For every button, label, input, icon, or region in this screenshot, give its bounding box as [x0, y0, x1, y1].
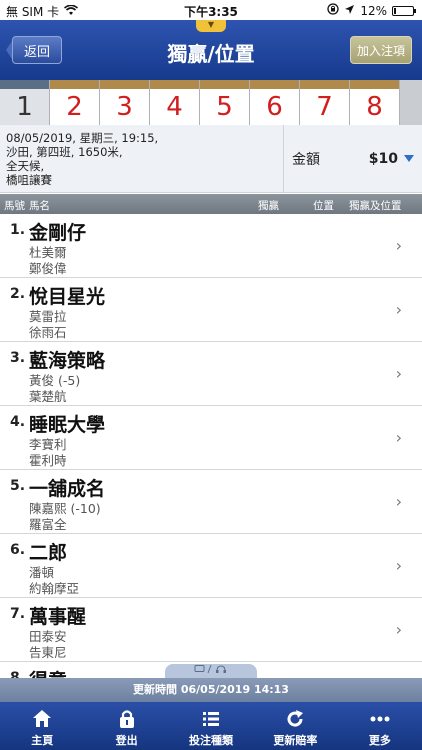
race-details-line: 全天候, [6, 159, 45, 173]
race-tab-7[interactable]: 7 [300, 80, 350, 125]
horse-name: 睡眠大學 [29, 414, 106, 436]
race-tab-label: 6 [266, 91, 283, 122]
horse-number: 6. [10, 542, 26, 558]
nav-label: 更多 [368, 734, 391, 747]
race-tabs: 1 2 3 4 5 6 7 8 [0, 80, 422, 125]
home-icon [33, 710, 52, 727]
race-tab-label: 7 [316, 91, 333, 122]
race-tab-1[interactable]: 1 [0, 80, 50, 125]
nav-more[interactable]: 更多 [338, 702, 422, 750]
nav-logout[interactable]: 登出 [84, 702, 168, 750]
horse-row[interactable]: 6. 二郎 潘頓 約翰摩亞 › [0, 534, 422, 598]
trainer-name: 鄭俊偉 [29, 261, 67, 276]
battery-icon [392, 5, 416, 16]
battery-percent: 12% [360, 3, 387, 18]
drawer-handle-icon [194, 664, 226, 674]
chevron-right-icon: › [395, 620, 402, 639]
col-win: 獨贏 [258, 200, 279, 212]
race-tab-5[interactable]: 5 [200, 80, 250, 125]
pull-down-tab[interactable]: ▼ [196, 20, 226, 32]
caret-down-icon [404, 155, 414, 162]
drawer-handle[interactable] [165, 664, 257, 678]
trainer-name: 徐雨石 [29, 325, 67, 340]
horse-number: 3. [10, 350, 26, 366]
col-win-place: 獨贏及位置 [349, 200, 402, 212]
race-tab-label: 3 [116, 91, 133, 122]
amount-value: $10 [368, 151, 398, 167]
col-place: 位置 [313, 200, 334, 212]
trainer-name: 羅富全 [29, 517, 67, 532]
column-header: 馬號 馬名 獨贏 位置 獨贏及位置 [0, 194, 422, 214]
chevron-right-icon: › [395, 492, 402, 511]
race-details: 08/05/2019, 星期三, 19:15, 沙田, 第四班, 1650米, … [6, 131, 276, 187]
horse-number: 7. [10, 606, 26, 622]
chevron-right-icon: › [395, 428, 402, 447]
chevron-right-icon: › [395, 556, 402, 575]
horse-name: 悅目星光 [29, 286, 106, 308]
race-tab-label: 4 [166, 91, 183, 122]
location-icon [344, 4, 355, 18]
race-tab-8[interactable]: 8 [350, 80, 400, 125]
horse-name: 藍海策略 [29, 350, 106, 372]
chevron-right-icon: › [395, 236, 402, 255]
nav-label: 登出 [115, 734, 138, 747]
orientation-lock-icon [327, 3, 339, 18]
more-icon [370, 716, 390, 722]
horse-row[interactable]: 2. 悅目星光 莫雷拉 徐雨石 › [0, 278, 422, 342]
race-tab-2[interactable]: 2 [50, 80, 100, 125]
col-horse-name: 馬名 [29, 200, 50, 212]
lock-icon [119, 710, 134, 728]
race-tab-label: 5 [216, 91, 233, 122]
race-info-panel: 08/05/2019, 星期三, 19:15, 沙田, 第四班, 1650米, … [0, 125, 422, 193]
amount-label: 金額 [292, 152, 320, 168]
horse-name: 二郎 [29, 542, 68, 564]
race-tab-label: 2 [66, 91, 83, 122]
horse-row[interactable]: 4. 睡眠大學 李寶利 霍利時 › [0, 406, 422, 470]
horse-number: 5. [10, 478, 26, 494]
race-details-line: 橋咀讓賽 [6, 173, 52, 187]
trainer-name: 葉楚航 [29, 389, 67, 404]
amount-selector[interactable]: 金額 $10 [283, 125, 422, 193]
horse-number: 1. [10, 222, 26, 238]
nav-label: 投注種類 [189, 734, 234, 747]
horse-row[interactable]: 1. 金剛仔 杜美爾 鄭俊偉 › [0, 214, 422, 278]
trainer-name: 約翰摩亞 [29, 581, 80, 596]
horse-name: 一舖成名 [29, 478, 106, 500]
horse-row[interactable]: 7. 萬事醒 田泰安 告東尼 › [0, 598, 422, 662]
status-right: 12% [327, 3, 416, 18]
horse-number: 4. [10, 414, 26, 430]
horse-number: 2. [10, 286, 26, 302]
race-tab-3[interactable]: 3 [100, 80, 150, 125]
nav-refresh-odds[interactable]: 更新賠率 [253, 702, 337, 750]
add-bet-button[interactable]: 加入注項 [350, 36, 412, 64]
chevron-right-icon: › [395, 300, 402, 319]
race-tab-6[interactable]: 6 [250, 80, 300, 125]
chevron-right-icon: › [395, 364, 402, 383]
col-horse-no: 馬號 [4, 200, 25, 212]
horse-list[interactable]: 1. 金剛仔 杜美爾 鄭俊偉 › 2. 悅目星光 莫雷拉 徐雨石 › 3. 藍海… [0, 214, 422, 684]
battery-fill [394, 7, 396, 14]
race-tab-label: 8 [366, 91, 383, 122]
race-tab-4[interactable]: 4 [150, 80, 200, 125]
nav-label: 主頁 [31, 734, 54, 747]
nav-home[interactable]: 主頁 [0, 702, 84, 750]
nav-label: 更新賠率 [273, 734, 318, 747]
trainer-name: 告東尼 [29, 645, 67, 660]
horse-name: 萬事醒 [29, 606, 87, 628]
race-details-line: 沙田, 第四班, 1650米, [6, 145, 123, 159]
list-icon [203, 712, 220, 726]
nav-bet-types[interactable]: 投注種類 [169, 702, 253, 750]
horse-name: 金剛仔 [29, 222, 87, 244]
race-details-line: 08/05/2019, 星期三, 19:15, [6, 131, 159, 145]
horse-row[interactable]: 5. 一舖成名 陳嘉熙 (-10) 羅富全 › [0, 470, 422, 534]
update-time-bar: 更新時間 06/05/2019 14:13 [0, 678, 422, 702]
app-header: ▼ 返回 獨贏/位置 加入注項 [0, 20, 422, 80]
trainer-name: 霍利時 [29, 453, 67, 468]
horse-row[interactable]: 3. 藍海策略 黃俊 (-5) 葉楚航 › [0, 342, 422, 406]
refresh-icon [287, 710, 304, 727]
race-tab-label: 1 [16, 91, 33, 122]
status-bar: 無 SIM 卡 下午3:35 12% [0, 0, 422, 20]
bottom-nav: 主頁 登出 投注種類 更新賠率 更多 [0, 702, 422, 750]
